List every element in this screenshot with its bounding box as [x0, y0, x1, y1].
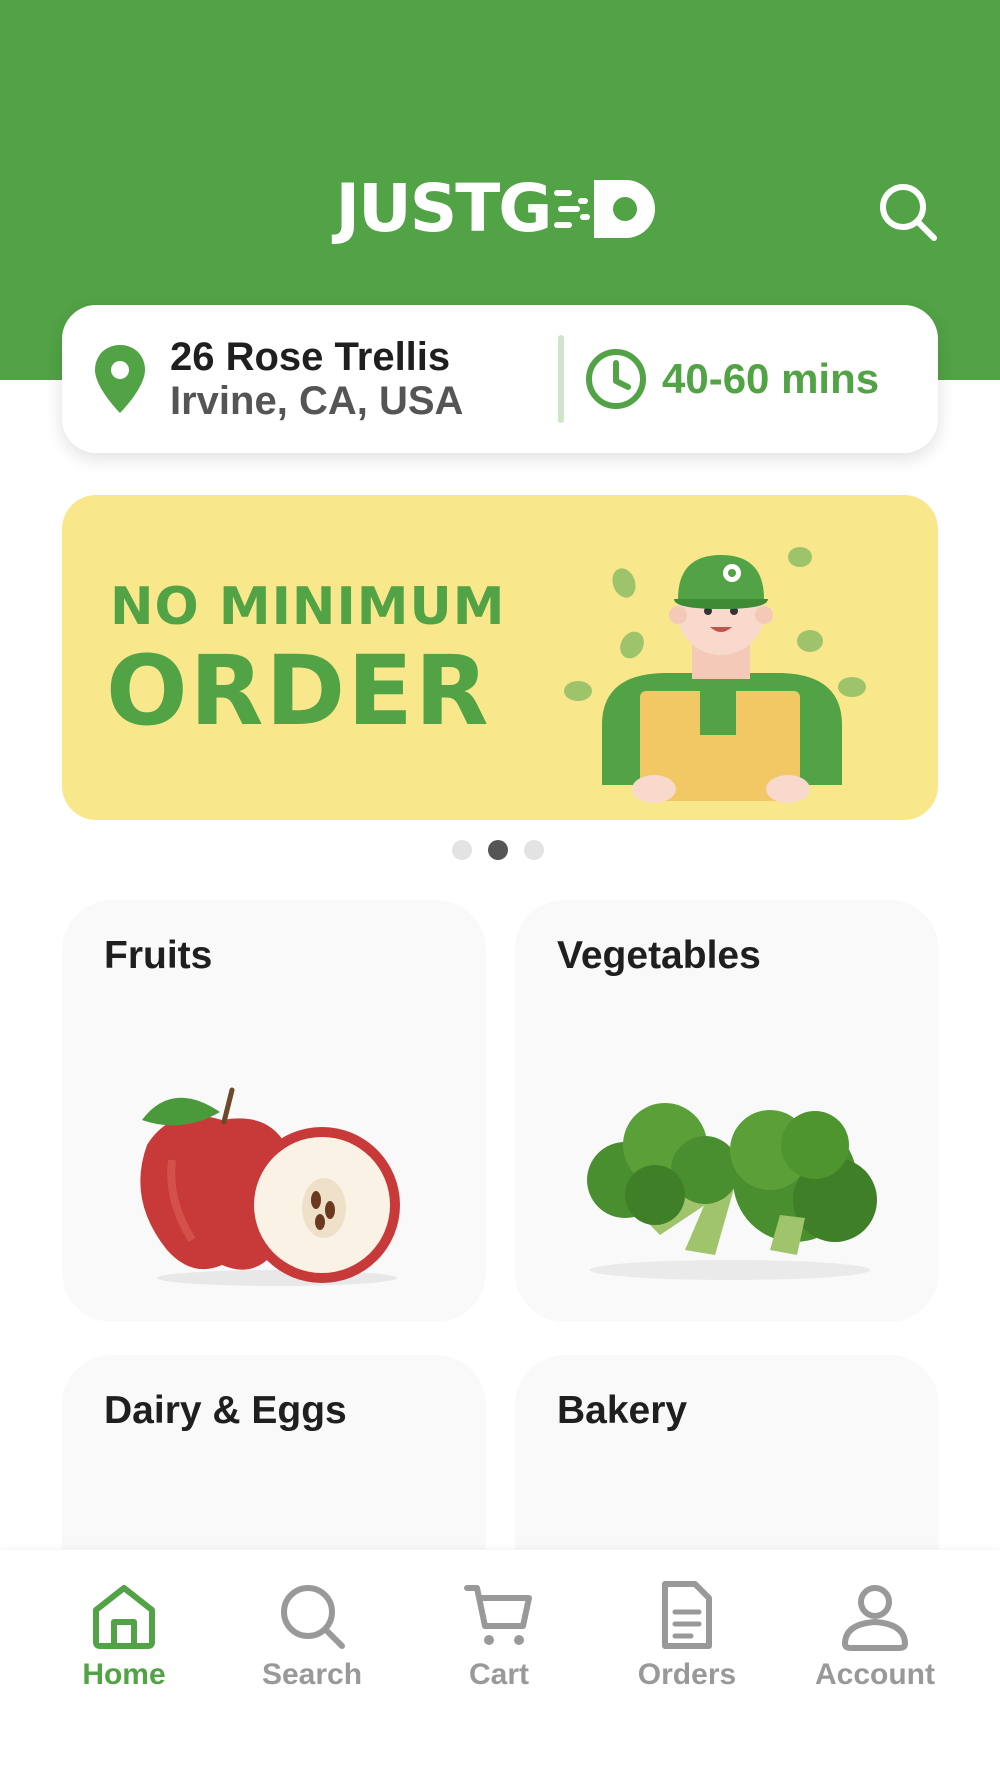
address-text: 26 Rose Trellis Irvine, CA, USA [170, 335, 463, 423]
address-line2: Irvine, CA, USA [170, 379, 464, 423]
promo-banner[interactable]: NO MINIMUM ORDER [62, 495, 938, 820]
tab-label: Orders [637, 1658, 737, 1691]
tab-search[interactable]: Search [232, 1580, 392, 1692]
tab-label: Account [815, 1658, 935, 1691]
delivery-o-icon [554, 176, 664, 242]
tab-cart[interactable]: Cart [419, 1580, 579, 1692]
delivery-eta: 40-60 mins [662, 355, 880, 402]
address-line1: 26 Rose Trellis [170, 335, 451, 379]
carousel-dot-active[interactable] [488, 840, 508, 860]
bottom-tab-bar: Home Search Cart Orders Account [0, 1550, 1000, 1778]
divider [558, 335, 564, 423]
carousel-dot[interactable] [452, 840, 472, 860]
promo-line1: NO MINIMUM [110, 577, 506, 637]
category-card-fruits[interactable]: Fruits [62, 900, 486, 1322]
cart-icon [464, 1585, 532, 1645]
category-label: Dairy & Eggs [104, 1389, 347, 1432]
courier-illustration [564, 547, 866, 803]
orders-icon [662, 1581, 712, 1649]
broccoli-image [587, 1103, 877, 1280]
home-icon [93, 1585, 155, 1649]
search-icon [281, 1585, 345, 1649]
tab-account[interactable]: Account [795, 1580, 955, 1692]
tab-home[interactable]: Home [44, 1580, 204, 1692]
apple-image [140, 1087, 400, 1286]
delivery-address-card[interactable]: 26 Rose Trellis Irvine, CA, USA 40-60 mi… [62, 305, 938, 453]
category-label: Bakery [557, 1389, 688, 1432]
promo-line2: ORDER [106, 635, 491, 747]
logo-text: JUSTG [335, 170, 553, 247]
category-label: Fruits [104, 934, 213, 977]
category-label: Vegetables [557, 934, 761, 977]
clock-icon [586, 349, 646, 409]
tab-label: Home [82, 1658, 166, 1691]
tab-label: Cart [468, 1658, 529, 1691]
carousel-dot[interactable] [524, 840, 544, 860]
category-card-vegetables[interactable]: Vegetables [515, 900, 939, 1322]
tab-label: Search [261, 1658, 363, 1691]
carousel-indicator [452, 840, 544, 860]
app-logo: JUSTG [0, 170, 1000, 247]
tab-orders[interactable]: Orders [607, 1580, 767, 1692]
search-icon[interactable] [876, 180, 940, 244]
account-icon [842, 1585, 908, 1651]
location-pin-icon [95, 345, 145, 413]
